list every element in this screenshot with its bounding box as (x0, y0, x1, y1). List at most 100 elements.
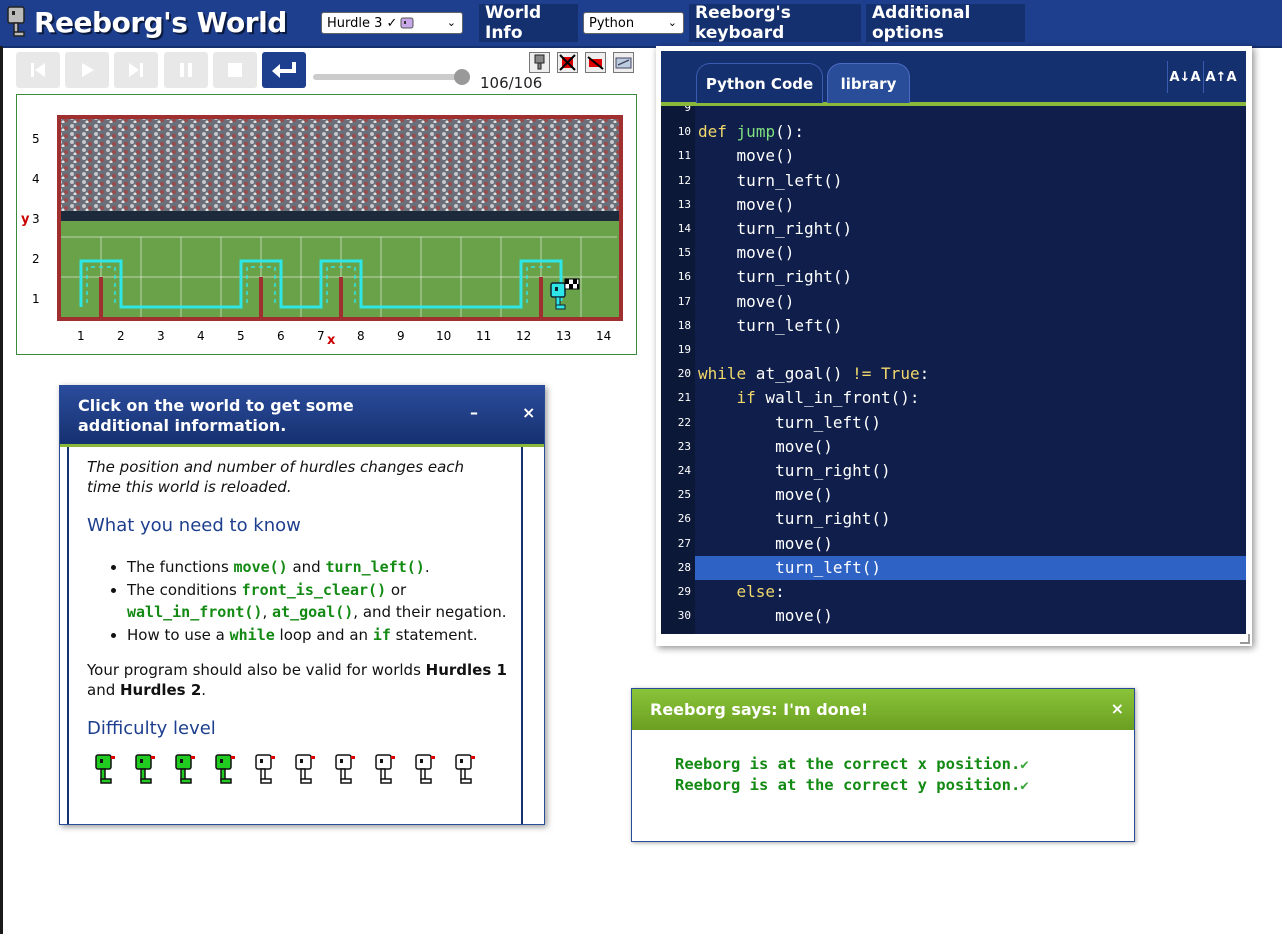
x-tick-10: 10 (436, 329, 452, 343)
reeborg-says-title: Reeborg says: I'm done! (650, 700, 869, 719)
reeborg-says-header[interactable]: Reeborg says: I'm done! × (632, 689, 1134, 730)
stop-button[interactable] (213, 52, 257, 88)
world-tool-button[interactable] (613, 52, 634, 73)
world-info-title: Click on the world to get some additiona… (78, 396, 354, 435)
code-area[interactable]: 9 10 def jump(): 11 move() 12 turn_left() 13 … (661, 106, 1246, 634)
speed-slider-track[interactable] (313, 74, 463, 80)
resize-handle[interactable] (1240, 634, 1250, 644)
additional-options-button[interactable]: Additional options (866, 3, 1025, 43)
x-axis-letter: x (327, 333, 336, 348)
close-button[interactable]: × (1111, 699, 1124, 718)
stop-icon (228, 63, 242, 77)
line-number: 11 (677, 149, 691, 163)
code-line[interactable]: else: (698, 582, 785, 601)
x-tick-11: 11 (476, 329, 492, 343)
code-line[interactable]: move() (698, 534, 833, 553)
tab-library[interactable]: library (827, 63, 910, 103)
code-line[interactable]: move() (698, 292, 795, 311)
y-tick-3: 3 (32, 212, 40, 226)
difficulty-robot-empty-icon (335, 754, 355, 784)
code-line[interactable]: turn_right() (698, 509, 891, 528)
line-number: 29 (677, 585, 691, 598)
font-decrease-button[interactable]: A↓A (1167, 61, 1202, 93)
difficulty-robot-empty-icon (415, 754, 435, 784)
pause-button[interactable] (164, 52, 208, 88)
line-number: 28 (677, 560, 691, 574)
difficulty-rating (95, 753, 521, 785)
font-increase-button[interactable]: A↑A (1203, 61, 1238, 93)
robot-icon (534, 54, 545, 70)
code-line[interactable]: turn_right() (698, 219, 853, 238)
robot-tool-button[interactable] (529, 52, 550, 73)
x-tick-12: 12 (516, 329, 532, 343)
delete-tool-button[interactable] (557, 52, 578, 73)
erase-tool-button[interactable] (585, 52, 606, 73)
world-canvas[interactable]: 5 4 3 2 1 y 1 2 3 4 5 6 7 x 8 9 10 11 12… (16, 94, 637, 355)
x-tick-2: 2 (117, 329, 125, 343)
x-tick-7: 7 (317, 329, 325, 343)
skip-back-icon (31, 63, 45, 77)
go-to-start-button[interactable] (16, 52, 60, 88)
code-line[interactable]: move() (698, 606, 833, 625)
code-line[interactable]: move() (698, 146, 795, 165)
line-number: 12 (677, 173, 691, 187)
tab-python-code[interactable]: Python Code (696, 63, 823, 103)
requirements-list: The functions move() and turn_left(). Th… (87, 556, 527, 646)
code-line[interactable]: while at_goal() != True: (698, 364, 929, 383)
list-item: The conditions front_is_clear() or wall_… (127, 579, 527, 623)
world-info-header[interactable]: Click on the world to get some additiona… (60, 386, 544, 447)
line-number: 24 (677, 464, 691, 477)
code-line[interactable]: turn_left() (698, 558, 881, 577)
robot-badge-icon (400, 17, 414, 29)
code-line[interactable]: if wall_in_front(): (698, 388, 920, 407)
goal-flag (564, 278, 580, 290)
line-number: 17 (677, 294, 691, 308)
x-tick-13: 13 (556, 329, 572, 343)
top-menu-bar: Reeborg's World Hurdle 3 ✓ ⌄ World Info … (0, 0, 1282, 48)
code-line[interactable]: def jump(): (698, 122, 804, 141)
line-number: 30 (677, 609, 691, 623)
language-select-value: Python (589, 15, 635, 31)
reload-button[interactable] (262, 52, 306, 88)
difficulty-robot-empty-icon (375, 754, 395, 784)
difficulty-robot-empty-icon (255, 754, 275, 784)
keyboard-button[interactable]: Reeborg's keyboard (689, 3, 861, 43)
close-button[interactable]: × (522, 403, 535, 422)
logo-text: Reeborg's World (34, 5, 287, 39)
language-select[interactable]: Python ⌄ (583, 12, 684, 34)
line-number: 14 (677, 222, 691, 235)
code-line[interactable]: move() (698, 195, 795, 214)
y-tick-1: 1 (32, 292, 40, 306)
program-note: Your program should also be valid for wo… (87, 661, 507, 699)
code-line[interactable]: move() (698, 485, 833, 504)
world-info-dialog: Click on the world to get some additiona… (59, 385, 545, 825)
x-tick-1: 1 (77, 329, 85, 343)
check-icon: ✔ (1020, 757, 1029, 773)
difficulty-heading: Difficulty level (87, 718, 216, 739)
editor-tabs: Python Code library A↓A A↑A (661, 51, 1246, 106)
line-number: 10 (677, 125, 691, 139)
code-line[interactable]: move() (698, 243, 795, 262)
line-number: 22 (677, 415, 691, 429)
run-button[interactable] (65, 52, 109, 88)
world-select[interactable]: Hurdle 3 ✓ ⌄ (321, 12, 463, 34)
step-button[interactable] (114, 52, 158, 88)
code-editor-panel: Python Code library A↓A A↑A 9 10 def jump(… (656, 46, 1252, 646)
code-line[interactable]: turn_right() (698, 267, 853, 286)
minimize-button[interactable]: – (470, 403, 478, 422)
line-number: 26 (677, 512, 691, 526)
code-line[interactable]: turn_left() (698, 171, 843, 190)
delete-icon (559, 54, 576, 71)
world-info-button[interactable]: World Info (479, 3, 578, 43)
code-line[interactable]: turn_right() (698, 461, 891, 480)
return-arrow-icon (272, 62, 296, 78)
difficulty-robot-filled-icon (95, 754, 115, 784)
code-line[interactable]: turn_left() (698, 316, 843, 335)
code-line[interactable]: turn_left() (698, 413, 881, 432)
line-number: 13 (677, 197, 691, 211)
x-tick-4: 4 (197, 329, 205, 343)
step-forward-icon (129, 63, 143, 77)
code-line[interactable]: move() (698, 437, 833, 456)
chevron-down-icon: ⌄ (446, 16, 456, 29)
speed-slider-thumb[interactable] (454, 69, 470, 85)
